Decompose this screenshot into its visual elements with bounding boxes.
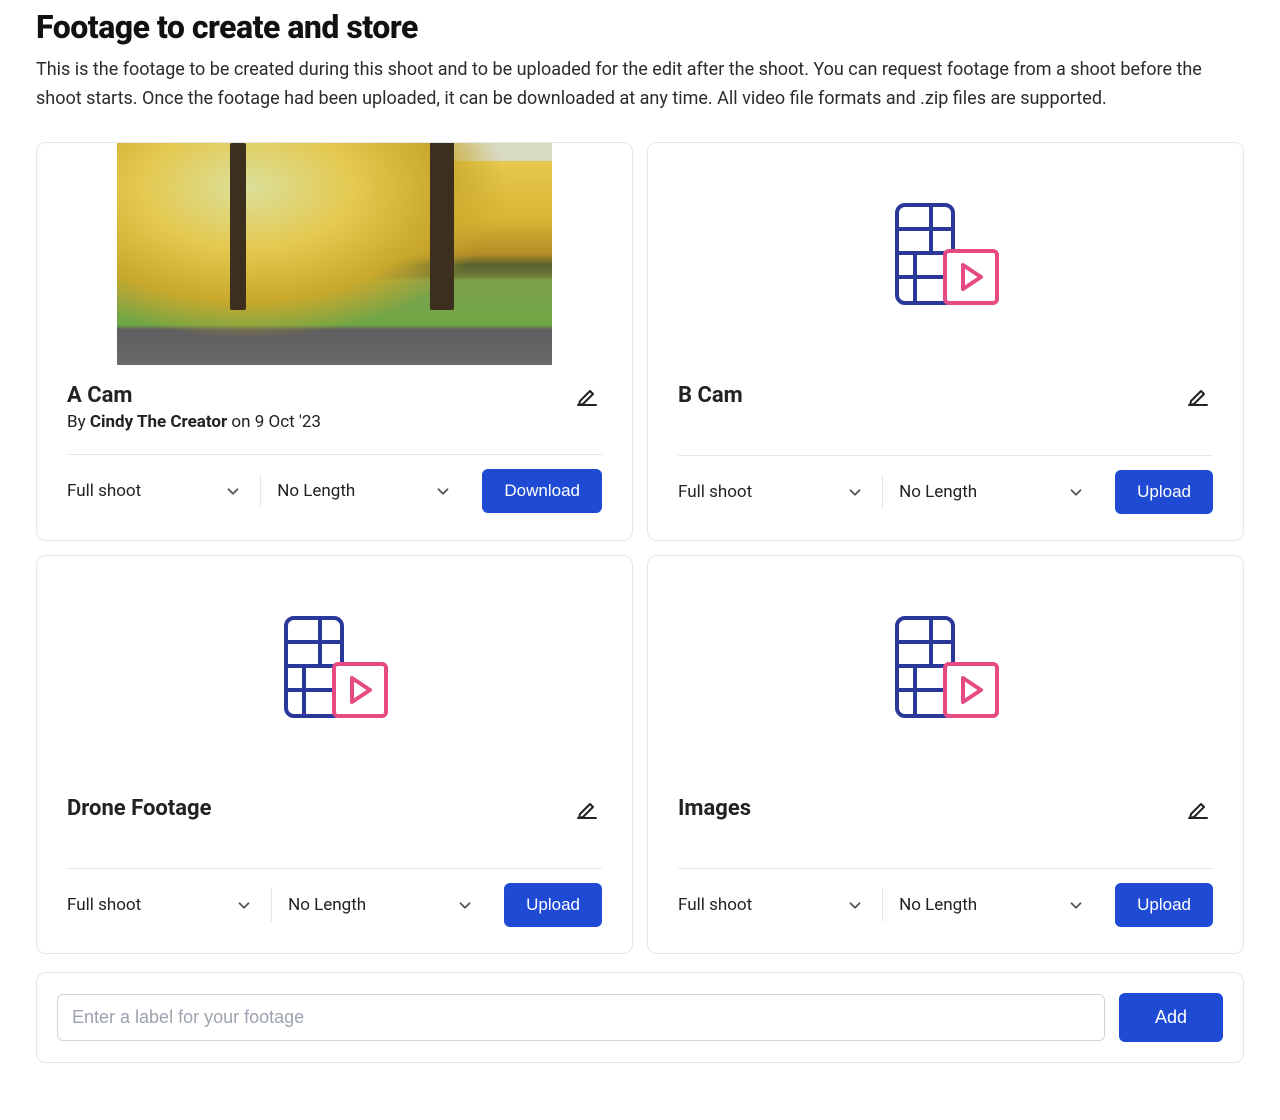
divider bbox=[678, 455, 1213, 456]
card-title: A Cam bbox=[67, 383, 321, 408]
upload-button[interactable]: Upload bbox=[1115, 883, 1213, 927]
length-select[interactable]: No Length bbox=[277, 473, 466, 509]
footage-card-drone-footage: Drone Footage Full shoot No Length bbox=[36, 555, 633, 954]
shoot-scope-select[interactable]: Full shoot bbox=[678, 887, 878, 923]
footage-thumbnail-image bbox=[117, 143, 552, 365]
chevron-down-icon bbox=[456, 896, 474, 914]
shoot-scope-value: Full shoot bbox=[67, 481, 141, 501]
footage-label-input[interactable] bbox=[57, 994, 1105, 1041]
page-title: Footage to create and store bbox=[36, 8, 1244, 46]
length-value: No Length bbox=[899, 482, 977, 502]
divider bbox=[67, 454, 602, 455]
length-value: No Length bbox=[277, 481, 355, 501]
length-select[interactable]: No Length bbox=[899, 474, 1099, 510]
card-title: B Cam bbox=[678, 383, 743, 408]
footage-thumbnail-placeholder bbox=[37, 556, 632, 778]
add-footage-bar: Add bbox=[36, 972, 1244, 1063]
edit-icon[interactable] bbox=[1183, 383, 1213, 411]
card-title: Drone Footage bbox=[67, 796, 211, 821]
upload-date: 9 Oct '23 bbox=[255, 412, 321, 432]
shoot-scope-value: Full shoot bbox=[678, 482, 752, 502]
edit-icon[interactable] bbox=[572, 383, 602, 411]
footage-card-images: Images Full shoot No Length bbox=[647, 555, 1244, 954]
shoot-scope-value: Full shoot bbox=[678, 895, 752, 915]
vertical-separator bbox=[271, 888, 272, 922]
chevron-down-icon bbox=[224, 482, 242, 500]
upload-button[interactable]: Upload bbox=[504, 883, 602, 927]
page-description: This is the footage to be created during… bbox=[36, 56, 1244, 114]
download-button[interactable]: Download bbox=[482, 469, 602, 513]
edit-icon[interactable] bbox=[572, 796, 602, 824]
film-play-icon bbox=[280, 612, 390, 722]
length-value: No Length bbox=[288, 895, 366, 915]
shoot-scope-value: Full shoot bbox=[67, 895, 141, 915]
shoot-scope-select[interactable]: Full shoot bbox=[67, 887, 267, 923]
edit-icon[interactable] bbox=[1183, 796, 1213, 824]
length-select[interactable]: No Length bbox=[288, 887, 488, 923]
creator-name: Cindy The Creator bbox=[90, 412, 227, 432]
chevron-down-icon bbox=[846, 483, 864, 501]
chevron-down-icon bbox=[1067, 896, 1085, 914]
divider bbox=[67, 868, 602, 869]
chevron-down-icon bbox=[235, 896, 253, 914]
length-value: No Length bbox=[899, 895, 977, 915]
vertical-separator bbox=[260, 474, 261, 508]
chevron-down-icon bbox=[1067, 483, 1085, 501]
film-play-icon bbox=[891, 612, 1001, 722]
footage-card-a-cam: A Cam By Cindy The Creator on 9 Oct '23 … bbox=[36, 142, 633, 541]
footage-thumbnail-placeholder bbox=[648, 143, 1243, 365]
footage-grid: A Cam By Cindy The Creator on 9 Oct '23 … bbox=[36, 142, 1244, 954]
vertical-separator bbox=[882, 475, 883, 509]
chevron-down-icon bbox=[434, 482, 452, 500]
footage-thumbnail-placeholder bbox=[648, 556, 1243, 778]
footage-card-b-cam: B Cam Full shoot No Length bbox=[647, 142, 1244, 541]
shoot-scope-select[interactable]: Full shoot bbox=[67, 473, 256, 509]
upload-button[interactable]: Upload bbox=[1115, 470, 1213, 514]
vertical-separator bbox=[882, 888, 883, 922]
card-byline: By Cindy The Creator on 9 Oct '23 bbox=[67, 412, 321, 432]
chevron-down-icon bbox=[846, 896, 864, 914]
length-select[interactable]: No Length bbox=[899, 887, 1099, 923]
card-title: Images bbox=[678, 796, 751, 821]
date-prefix: on bbox=[227, 412, 255, 432]
film-play-icon bbox=[891, 199, 1001, 309]
divider bbox=[678, 868, 1213, 869]
shoot-scope-select[interactable]: Full shoot bbox=[678, 474, 878, 510]
add-button[interactable]: Add bbox=[1119, 993, 1223, 1042]
by-prefix: By bbox=[67, 412, 90, 432]
